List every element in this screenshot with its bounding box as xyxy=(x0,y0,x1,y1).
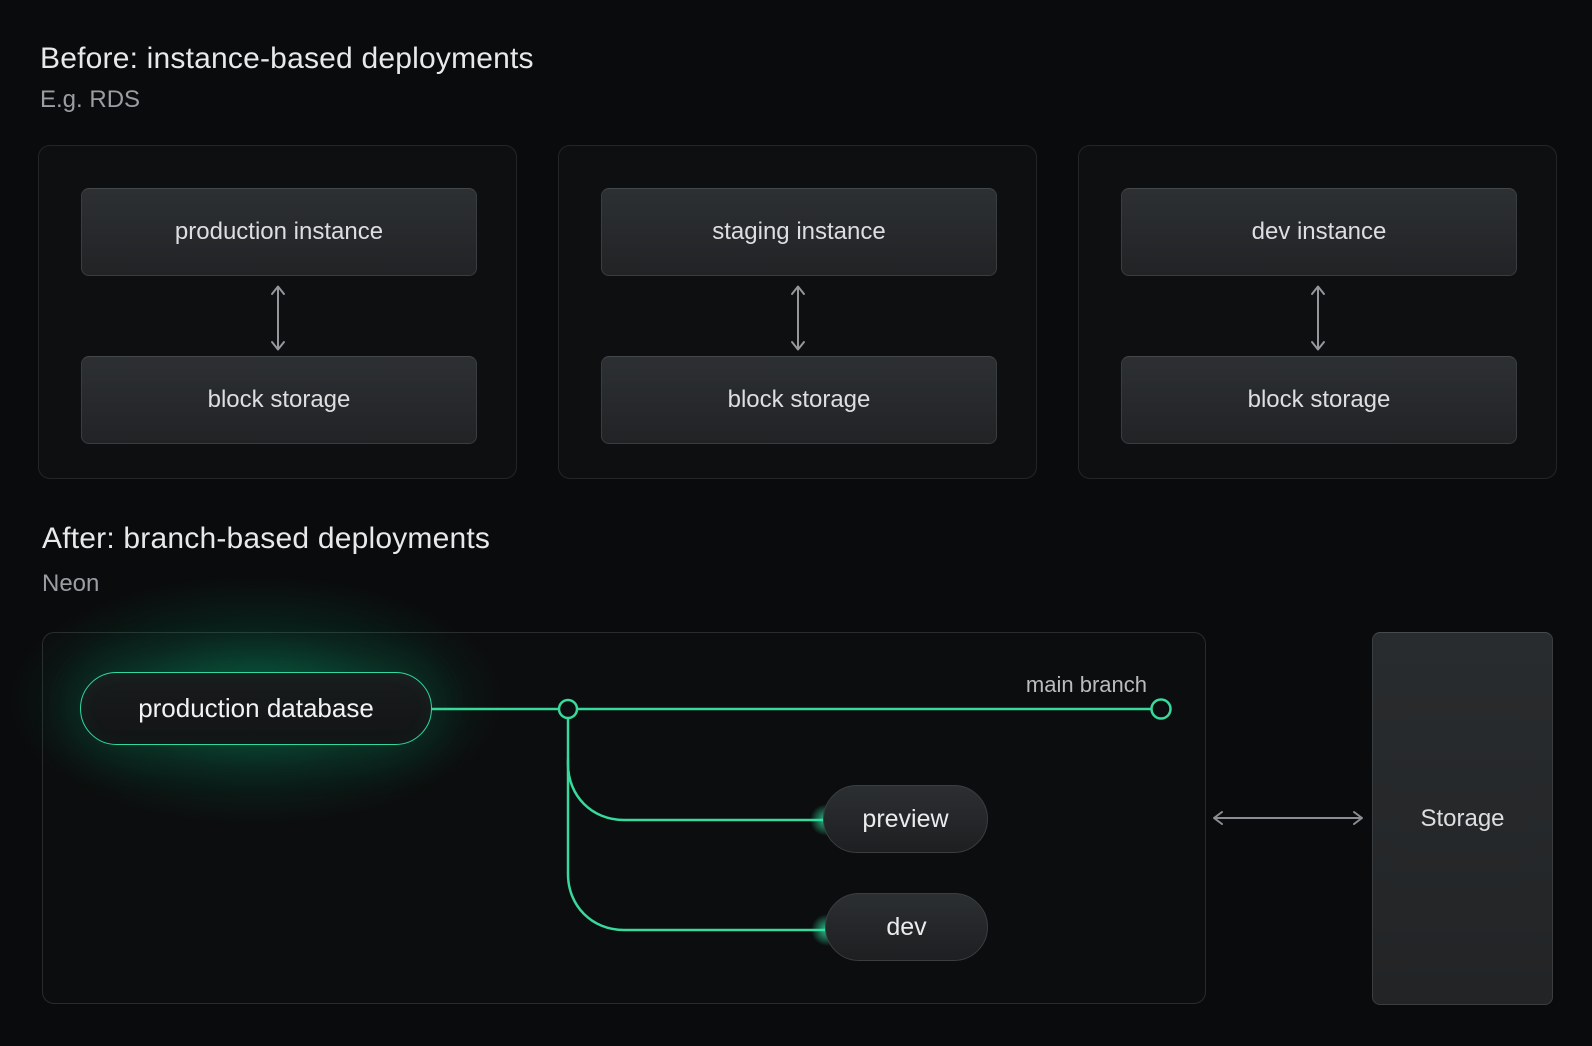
up-down-arrow-icon xyxy=(1310,285,1325,351)
preview-branch-pill: preview xyxy=(823,785,988,853)
block-storage-box: block storage xyxy=(601,356,997,444)
after-section-subtitle: Neon xyxy=(42,570,100,597)
up-down-arrow-icon xyxy=(790,285,805,351)
after-section-title: After: branch-based deployments xyxy=(42,522,491,555)
dev-branch-pill: dev xyxy=(825,893,988,961)
deployment-card-staging: staging instance block storage xyxy=(558,145,1037,479)
deployment-card-production: production instance block storage xyxy=(38,145,517,479)
diagram-canvas: Before: instance-based deployments E.g. … xyxy=(0,0,1592,1046)
storage-box: Storage xyxy=(1372,632,1553,1005)
block-storage-box: block storage xyxy=(81,356,477,444)
instance-box: production instance xyxy=(81,188,477,276)
before-section-title: Before: instance-based deployments xyxy=(40,42,534,75)
before-section-subtitle: E.g. RDS xyxy=(40,86,141,113)
up-down-arrow-icon xyxy=(270,285,285,351)
left-right-arrow-icon xyxy=(1213,811,1363,825)
instance-box: staging instance xyxy=(601,188,997,276)
main-branch-label: main branch xyxy=(1025,672,1147,697)
instance-box: dev instance xyxy=(1121,188,1517,276)
production-database-pill: production database xyxy=(80,672,432,745)
block-storage-box: block storage xyxy=(1121,356,1517,444)
deployment-card-dev: dev instance block storage xyxy=(1078,145,1557,479)
